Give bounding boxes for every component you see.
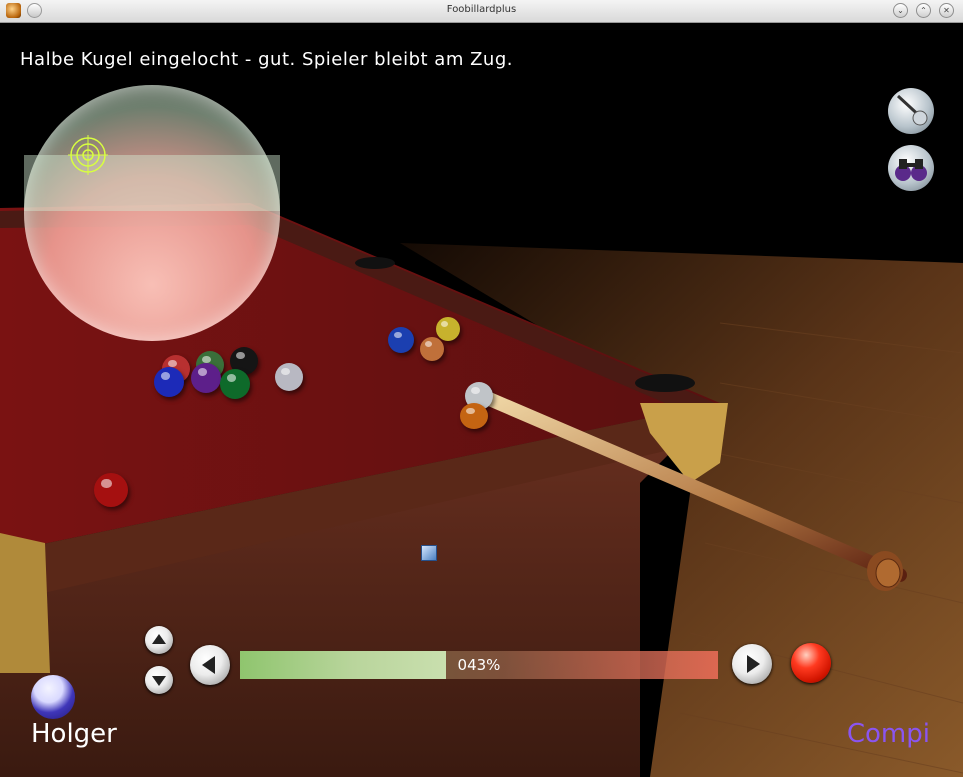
ball-purple <box>191 363 221 393</box>
shot-power-bar[interactable]: 043% <box>240 651 718 679</box>
status-message: Halbe Kugel eingelocht - gut. Spieler bl… <box>20 49 513 70</box>
ball-red <box>94 473 128 507</box>
chevron-down-icon[interactable]: ⌄ <box>893 3 908 18</box>
binoculars-icon[interactable] <box>888 145 934 191</box>
ball-blue <box>154 367 184 397</box>
cursor-marker-icon <box>421 545 437 561</box>
arrow-down-icon[interactable] <box>145 666 173 694</box>
ball-10 <box>388 327 414 353</box>
ball-green <box>220 369 250 399</box>
shot-power-label: 043% <box>457 656 501 674</box>
ball-orange-stripe <box>420 337 444 361</box>
sphere-band <box>24 155 280 211</box>
ball-orange <box>460 403 488 429</box>
ball-yellow <box>436 317 460 341</box>
player-ball-icon <box>31 675 75 719</box>
arrow-up-icon[interactable] <box>145 626 173 654</box>
window-titlebar: Foobillardplus ⌄ ⌃ ✕ <box>0 0 963 23</box>
red-shoot-icon[interactable] <box>791 643 831 683</box>
cue-aim-icon[interactable] <box>888 88 934 134</box>
game-scene[interactable]: Halbe Kugel eingelocht - gut. Spieler bl… <box>0 23 963 777</box>
player-right-name: Compi <box>846 719 930 749</box>
ball-white-stripe <box>275 363 303 391</box>
close-icon[interactable]: ✕ <box>939 3 954 18</box>
chevron-up-icon[interactable]: ⌃ <box>916 3 931 18</box>
arrow-right-icon[interactable] <box>732 644 772 684</box>
spin-control-sphere[interactable] <box>24 85 280 341</box>
window-title: Foobillardplus <box>446 4 517 15</box>
crosshair-icon[interactable] <box>68 135 108 175</box>
arrow-left-icon[interactable] <box>190 645 230 685</box>
player-left-name: Holger <box>31 719 117 749</box>
